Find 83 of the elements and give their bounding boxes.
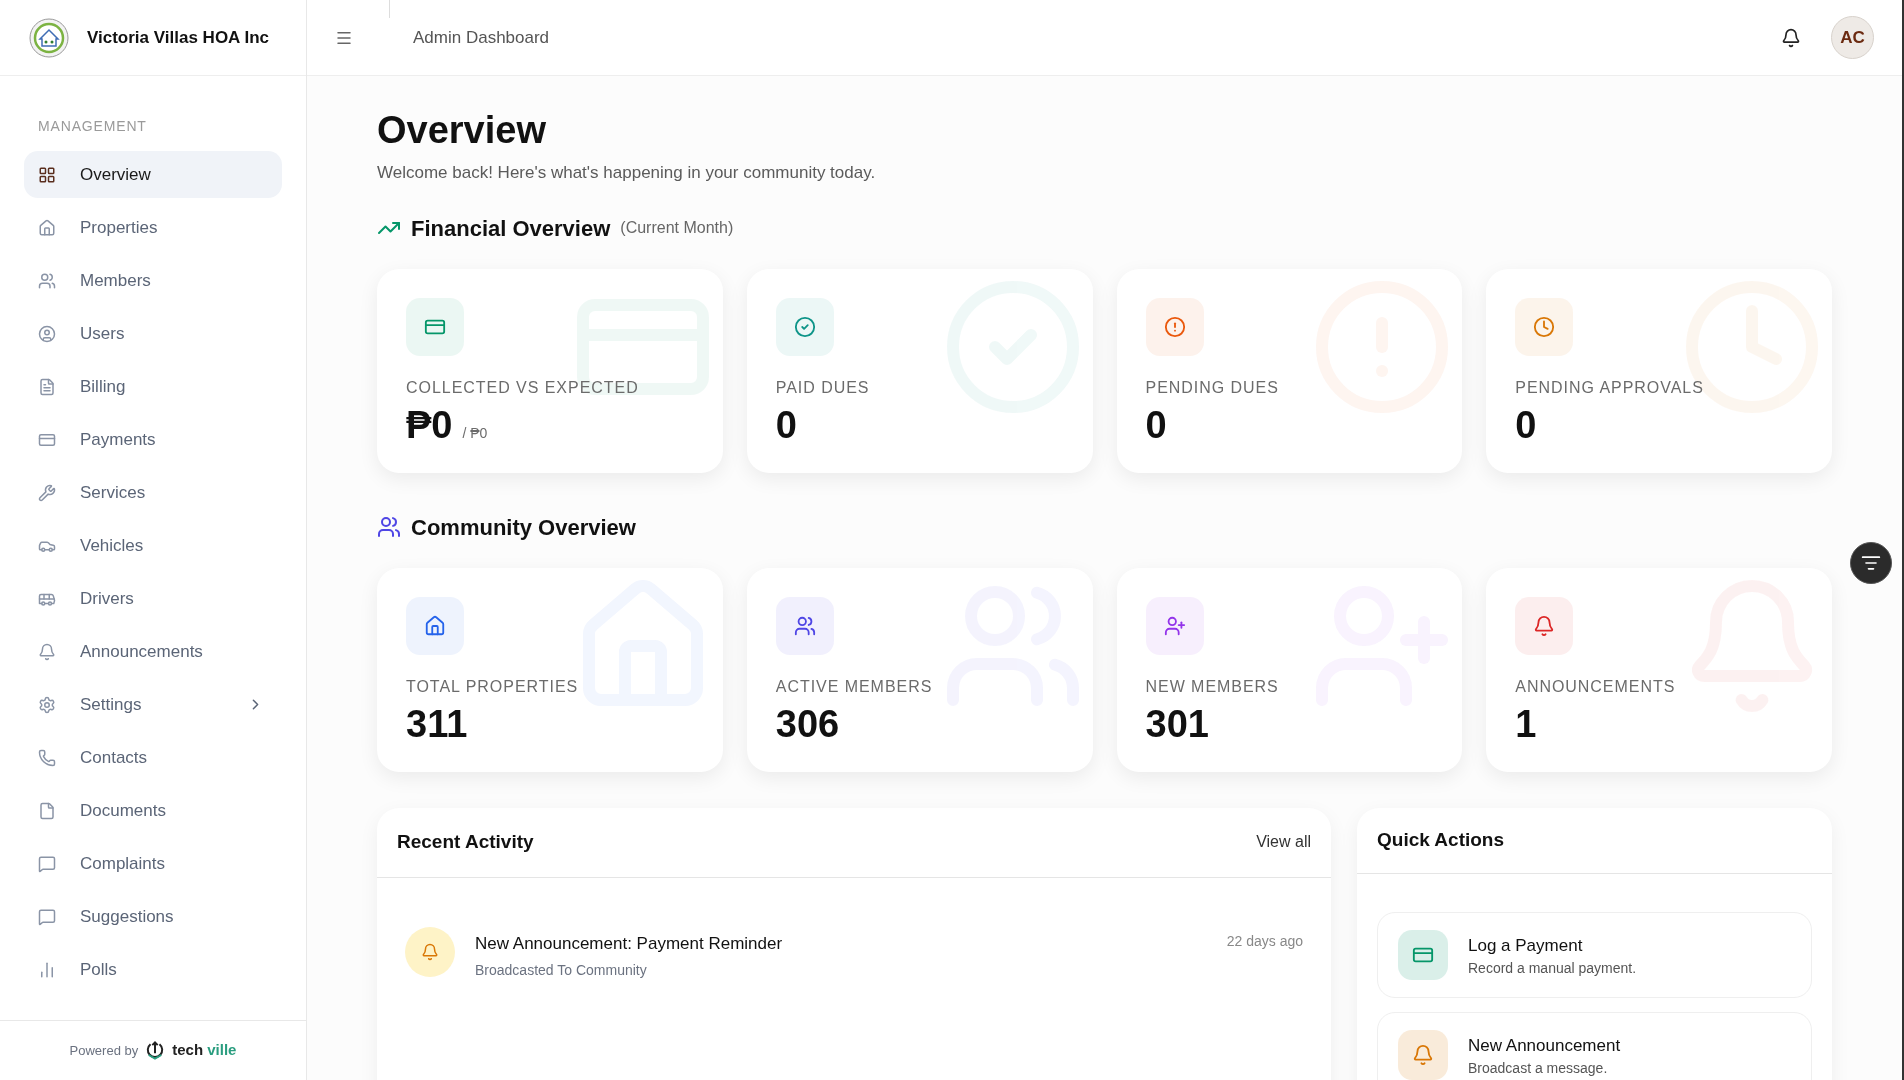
activity-subtitle: Broadcasted To Community (475, 961, 648, 980)
sidebar-item[interactable]: Members (24, 257, 282, 304)
users-icon (377, 515, 401, 539)
user-circle-icon (38, 324, 56, 343)
bell-icon (1533, 614, 1556, 637)
user-plus-icon (1163, 614, 1186, 637)
powered-by-text: Powered by (69, 1041, 139, 1060)
section-heading: Community Overview (411, 513, 636, 542)
action-subtitle: Broadcast a message. (1468, 1060, 1609, 1077)
stat-secondary: / ₱0 (462, 423, 488, 443)
brand-name: tech ville (172, 1040, 237, 1061)
user-avatar[interactable]: AC (1831, 16, 1874, 59)
view-all-link[interactable]: View all (1256, 830, 1311, 854)
organization-name: Victoria Villas HOA Inc (87, 26, 270, 49)
stat-value: ₱0 (406, 402, 453, 448)
stat-label: TOTAL PROPERTIES (406, 676, 580, 697)
welcome-text: Welcome back! Here's what's happening in your community today. (377, 162, 877, 184)
stat-value: 311 (406, 701, 468, 747)
section-label: MANAGEMENT (38, 117, 148, 136)
bar-chart-icon (38, 960, 56, 979)
panel-title: Quick Actions (1377, 827, 1505, 852)
sidebar-item[interactable]: Services (24, 469, 282, 516)
bell-icon (38, 642, 56, 661)
page-heading: Overview (377, 108, 547, 153)
users-icon (793, 614, 816, 637)
sidebar-item[interactable]: Contacts (24, 734, 282, 781)
sidebar-item[interactable]: Billing (24, 363, 282, 410)
quick-action-item[interactable]: New Announcement Broadcast a message. (1377, 1011, 1812, 1080)
stat-label: PAID DUES (775, 377, 871, 398)
page-title: Admin Dashboard (413, 26, 550, 49)
stat-label: NEW MEMBERS (1145, 676, 1280, 697)
phone-icon (38, 748, 56, 767)
house-icon (38, 218, 56, 237)
sidebar-item[interactable]: Suggestions (24, 893, 282, 940)
stat-value: 0 (1515, 402, 1537, 448)
sidebar-item[interactable]: Overview (24, 151, 282, 198)
action-subtitle: Record a manual payment. (1468, 960, 1637, 977)
sidebar-item[interactable]: Announcements (24, 628, 282, 675)
stat-label: PENDING APPROVALS (1515, 377, 1705, 398)
check-circle-icon (793, 315, 816, 338)
stat-value: 1 (1515, 701, 1537, 747)
settings-icon (38, 695, 56, 714)
document-icon (38, 801, 56, 820)
stat-value: 0 (1145, 402, 1167, 448)
stat-label: ANNOUNCEMENTS (1515, 676, 1677, 697)
bell-icon (421, 942, 439, 961)
clock-icon (1533, 315, 1556, 338)
bell-icon (1412, 1043, 1434, 1066)
users-icon (38, 271, 56, 290)
alert-circle-icon (1163, 315, 1186, 338)
floating-action-button[interactable] (1850, 542, 1892, 584)
stat-label: PENDING DUES (1145, 377, 1280, 398)
chat-icon (38, 854, 56, 873)
stat-value: 306 (775, 701, 840, 747)
chat-icon (38, 907, 56, 926)
house-icon (424, 614, 446, 637)
document-icon (38, 377, 56, 396)
sidebar-item[interactable]: Payments (24, 416, 282, 463)
sidebar-item[interactable]: Documents (24, 787, 282, 834)
sidebar-item[interactable]: Settings (24, 681, 282, 728)
sidebar-item[interactable]: Properties (24, 204, 282, 251)
sidebar-item[interactable]: Polls (24, 946, 282, 993)
sidebar-item[interactable]: Complaints (24, 840, 282, 887)
activity-time: 22 days ago (1226, 931, 1303, 951)
section-heading: Financial Overview (411, 214, 611, 243)
action-title: New Announcement (1468, 1034, 1621, 1057)
stat-label: ACTIVE MEMBERS (775, 676, 934, 697)
grid-icon (38, 165, 56, 184)
sidebar-item[interactable]: Drivers (24, 575, 282, 622)
wrench-icon (38, 483, 56, 502)
stat-label: COLLECTED VS EXPECTED (406, 377, 640, 398)
activity-title: New Announcement: Payment Reminder (475, 932, 784, 955)
notification-bell-icon[interactable] (1781, 27, 1801, 48)
sidebar-item[interactable]: Vehicles (24, 522, 282, 569)
brand-logo-icon (146, 1040, 165, 1061)
panel-title: Recent Activity (397, 829, 534, 854)
stat-value: 301 (1145, 701, 1209, 747)
sidebar-item[interactable]: Users (24, 310, 282, 357)
action-title: Log a Payment (1468, 934, 1584, 957)
quick-action-item[interactable]: Log a Payment Record a manual payment. (1377, 911, 1812, 998)
logo-icon (29, 17, 69, 58)
section-note: (Current Month) (620, 218, 734, 238)
stat-value: 0 (775, 402, 797, 448)
